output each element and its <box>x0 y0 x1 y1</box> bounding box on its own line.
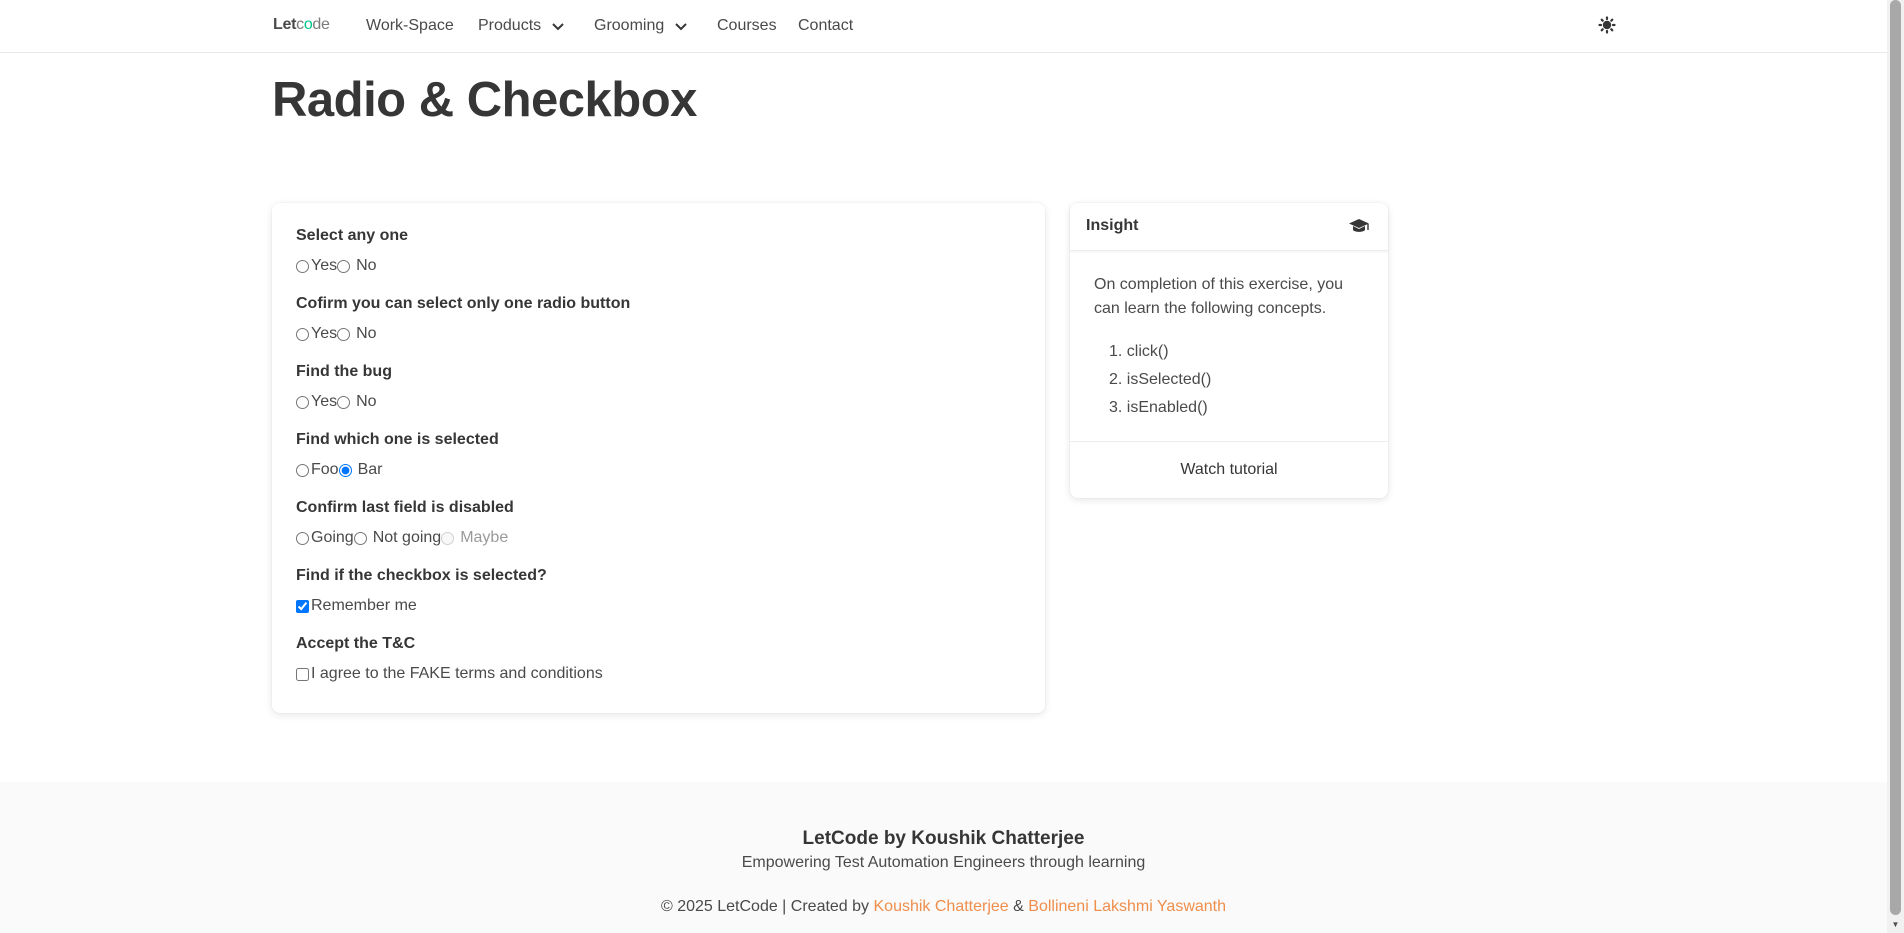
footer-subtitle: Empowering Test Automation Engineers thr… <box>741 854 1146 871</box>
vertical-scrollbar[interactable]: ▼ <box>1887 0 1904 933</box>
radio-maybe-disabled: Maybe <box>441 529 508 547</box>
radio-yes[interactable]: Yes <box>296 393 337 411</box>
insight-footer: Watch tutorial <box>1070 441 1388 498</box>
checkbox-remember-me[interactable]: Remember me <box>296 597 417 615</box>
radio-not-going[interactable]: Not going <box>353 529 441 547</box>
scrollbar-thumb[interactable] <box>1890 0 1901 915</box>
list-item: 3. isEnabled() <box>1109 399 1208 416</box>
radio-checkbox-card: Select any one Yes No Cofirm you can sel… <box>272 203 1045 713</box>
page-title: Radio & Checkbox <box>272 73 697 127</box>
radio-no[interactable]: No <box>337 257 377 275</box>
graduation-cap-icon <box>1349 219 1369 232</box>
insight-card: Insight On completion of this exercise, … <box>1070 203 1388 498</box>
theme-toggle-sun-icon[interactable] <box>1598 16 1616 34</box>
nav-grooming[interactable]: Grooming <box>594 15 688 37</box>
insight-description: On completion of this exercise, you can … <box>1094 276 1344 317</box>
field-confirm-only-one: Cofirm you can select only one radio but… <box>296 295 631 342</box>
field-find-the-bug: Find the bug Yes No <box>296 363 392 410</box>
field-label: Confirm last field is disabled <box>296 499 514 516</box>
author-koushik-link[interactable]: Koushik Chatterjee <box>874 898 1009 915</box>
field-label: Find if the checkbox is selected? <box>296 567 547 584</box>
page-footer: LetCode by Koushik Chatterjee Empowering… <box>0 782 1887 933</box>
footer-title: LetCode by Koushik Chatterjee <box>802 828 1085 849</box>
radio-no[interactable]: No <box>337 393 377 411</box>
field-label: Select any one <box>296 227 409 244</box>
top-navbar: Letcode Work-Space Products Grooming Cou… <box>0 0 1887 53</box>
insight-title: Insight <box>1086 217 1139 234</box>
field-label: Find which one is selected <box>296 431 499 448</box>
radio-yes[interactable]: Yes <box>296 325 337 343</box>
radio-foo[interactable]: Foo <box>296 461 339 479</box>
radio-yes[interactable]: Yes <box>296 257 337 275</box>
nav-products[interactable]: Products <box>478 15 565 37</box>
watch-tutorial-link[interactable]: Watch tutorial <box>1180 461 1277 479</box>
radio-no[interactable]: No <box>337 325 377 343</box>
field-label: Cofirm you can select only one radio but… <box>296 295 631 312</box>
field-label: Find the bug <box>296 363 392 380</box>
field-accept-tc: Accept the T&C I agree to the FAKE terms… <box>296 635 603 682</box>
nav-contact[interactable]: Contact <box>798 15 853 37</box>
letcode-logo[interactable]: Letcode <box>273 16 330 34</box>
field-last-disabled: Confirm last field is disabled Going Not… <box>296 499 514 546</box>
nav-workspace[interactable]: Work-Space <box>366 15 454 37</box>
radio-going[interactable]: Going <box>296 529 354 547</box>
concepts-list: 1. click() 2. isSelected() 3. isEnabled(… <box>1094 338 1211 422</box>
radio-bar[interactable]: Bar <box>338 461 382 479</box>
scroll-down-arrow-icon[interactable]: ▼ <box>1887 916 1904 933</box>
field-checkbox-selected: Find if the checkbox is selected? Rememb… <box>296 567 547 614</box>
list-item: 1. click() <box>1109 343 1169 360</box>
chevron-down-icon <box>675 23 687 31</box>
chevron-down-icon <box>552 23 564 31</box>
checkbox-agree-terms[interactable]: I agree to the FAKE terms and conditions <box>296 665 603 683</box>
field-select-any-one: Select any one Yes No <box>296 227 409 274</box>
insight-header: Insight <box>1070 203 1388 251</box>
author-bollineni-link[interactable]: Bollineni Lakshmi Yaswanth <box>1028 898 1226 915</box>
field-find-selected: Find which one is selected Foo Bar <box>296 431 499 478</box>
field-label: Accept the T&C <box>296 635 416 652</box>
nav-courses[interactable]: Courses <box>717 15 777 37</box>
footer-copyright: © 2025 LetCode | Created by Koushik Chat… <box>660 898 1227 915</box>
list-item: 2. isSelected() <box>1109 371 1212 388</box>
